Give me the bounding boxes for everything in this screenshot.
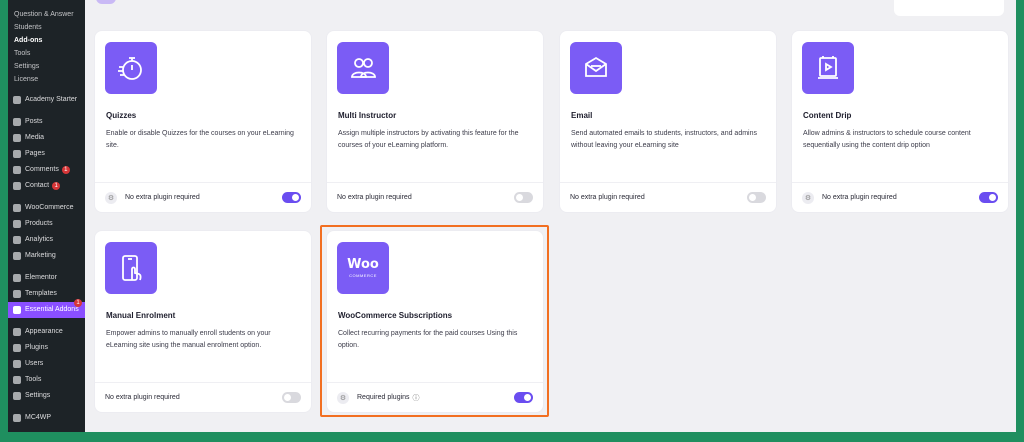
woocommerce-subscriptions-toggle[interactable] (514, 392, 533, 403)
submenu-question-answer[interactable]: Question & Answer (8, 8, 85, 21)
email-toggle[interactable] (747, 192, 766, 203)
plugin-icon (13, 344, 21, 352)
info-icon[interactable]: ⓘ (413, 393, 420, 403)
sidebar-item-templates[interactable]: Templates (8, 286, 85, 302)
folder-icon (13, 290, 21, 298)
pages-icon (13, 150, 21, 158)
academy-icon (13, 96, 21, 104)
top-filter-pill[interactable] (96, 0, 116, 4)
sidebar-item-academy-starter[interactable]: Academy Starter (8, 92, 85, 108)
stopwatch-icon (105, 42, 157, 94)
sidebar-item-appearance[interactable]: Appearance (8, 324, 85, 340)
wrench-icon (13, 376, 21, 384)
brush-icon (13, 328, 21, 336)
sidebar-item-comments[interactable]: Comments 1 (8, 162, 85, 178)
plugin-requirement-label: Required plugins (357, 394, 410, 401)
top-search-box[interactable] (894, 0, 1004, 16)
addon-card-email: Email Send automated emails to students,… (559, 30, 777, 213)
sidebar-item-marketing[interactable]: Marketing (8, 248, 85, 264)
sidebar-item-plugins[interactable]: Plugins (8, 340, 85, 356)
addon-footer: ⚙ No extra plugin required (95, 182, 311, 212)
user-icon (13, 360, 21, 368)
plugin-requirement-label: No extra plugin required (570, 194, 645, 201)
pin-icon (13, 118, 21, 126)
sidebar-item-tools[interactable]: Tools (8, 372, 85, 388)
submenu-add-ons[interactable]: Add-ons (8, 34, 85, 47)
bar-chart-icon (13, 236, 21, 244)
addon-title: Email (571, 111, 593, 120)
submenu-settings[interactable]: Settings (8, 60, 85, 73)
addon-description: Collect recurring payments for the paid … (338, 330, 518, 349)
addon-footer: ⚙ No extra plugin required (792, 182, 1008, 212)
sidebar-item-essential-addons[interactable]: Essential Addons 1 (8, 299, 85, 318)
addon-card-quizzes: Quizzes Enable or disable Quizzes for th… (94, 30, 312, 213)
elementor-icon (13, 274, 21, 282)
addon-title: Multi Instructor (338, 111, 397, 120)
mail-icon (13, 182, 21, 190)
content-drip-toggle[interactable] (979, 192, 998, 203)
email-icon (570, 42, 622, 94)
addon-title: Quizzes (106, 111, 137, 120)
woo-icon (13, 204, 21, 212)
content-drip-icon (802, 42, 854, 94)
sidebar-item-users[interactable]: Users (8, 356, 85, 372)
addon-title: WooCommerce Subscriptions (338, 311, 453, 320)
addon-description: Send automated emails to students, instr… (571, 130, 757, 149)
comments-badge: 1 (61, 166, 70, 174)
products-icon (13, 220, 21, 228)
plugin-requirement-label: No extra plugin required (125, 194, 200, 201)
addon-card-content-drip: Content Drip Allow admins & instructors … (791, 30, 1009, 213)
addon-card-woocommerce-subscriptions: Woo COMMERCE WooCommerce Subscriptions C… (326, 230, 544, 413)
addon-description: Enable or disable Quizzes for the course… (106, 130, 294, 149)
sidebar-item-media[interactable]: Media (8, 130, 85, 146)
mc4wp-icon (13, 414, 21, 422)
addon-description: Assign multiple instructors by activatin… (338, 130, 519, 149)
addon-title: Manual Enrolment (106, 311, 176, 320)
sidebar-item-mc4wp[interactable]: MC4WP (8, 410, 85, 426)
submenu-license[interactable]: License (8, 73, 85, 86)
contact-badge: 1 (52, 182, 61, 190)
mobile-tap-icon (105, 242, 157, 294)
submenu-tools[interactable]: Tools (8, 47, 85, 60)
megaphone-icon (13, 252, 21, 260)
sidebar-item-analytics[interactable]: Analytics (8, 232, 85, 248)
essential-addons-icon (13, 306, 21, 314)
manual-enrolment-toggle[interactable] (282, 392, 301, 403)
plugin-requirement-label: No extra plugin required (105, 394, 180, 401)
woocommerce-logo-icon: Woo COMMERCE (337, 242, 389, 294)
plugin-requirement-label: No extra plugin required (822, 194, 897, 201)
essential-addons-badge: 1 (74, 299, 82, 307)
addon-card-manual-enrolment: Manual Enrolment Empower admins to manua… (94, 230, 312, 413)
sidebar-item-posts[interactable]: Posts (8, 114, 85, 130)
addon-card-multi-instructor: Multi Instructor Assign multiple instruc… (326, 30, 544, 213)
plugin-status-icon: ⚙ (337, 391, 349, 404)
sidebar-item-contact[interactable]: Contact 1 (8, 178, 85, 194)
comment-icon (13, 166, 21, 174)
addon-footer: No extra plugin required (95, 382, 311, 412)
sidebar-item-settings[interactable]: Settings (8, 388, 85, 404)
media-icon (13, 134, 21, 142)
plugin-requirement-label: No extra plugin required (337, 194, 412, 201)
submenu-students[interactable]: Students (8, 21, 85, 34)
settings-icon (13, 392, 21, 400)
quizzes-toggle[interactable] (282, 192, 301, 203)
addon-footer: ⚙ Required plugins ⓘ (327, 382, 543, 412)
addon-title: Content Drip (803, 111, 852, 120)
addon-description: Allow admins & instructors to schedule c… (803, 130, 971, 149)
addon-description: Empower admins to manually enroll studen… (106, 330, 271, 349)
plugin-status-icon: ⚙ (105, 191, 117, 204)
plugin-status-icon: ⚙ (802, 191, 814, 204)
admin-sidebar: Question & Answer Students Add-ons Tools… (8, 0, 85, 432)
multi-instructor-toggle[interactable] (514, 192, 533, 203)
addon-footer: No extra plugin required (327, 182, 543, 212)
sidebar-item-pages[interactable]: Pages (8, 146, 85, 162)
users-icon (337, 42, 389, 94)
sidebar-item-elementor[interactable]: Elementor (8, 270, 85, 286)
sidebar-item-woocommerce[interactable]: WooCommerce (8, 200, 85, 216)
addon-footer: No extra plugin required (560, 182, 776, 212)
app-frame: Question & Answer Students Add-ons Tools… (8, 0, 1016, 432)
sidebar-item-products[interactable]: Products (8, 216, 85, 232)
